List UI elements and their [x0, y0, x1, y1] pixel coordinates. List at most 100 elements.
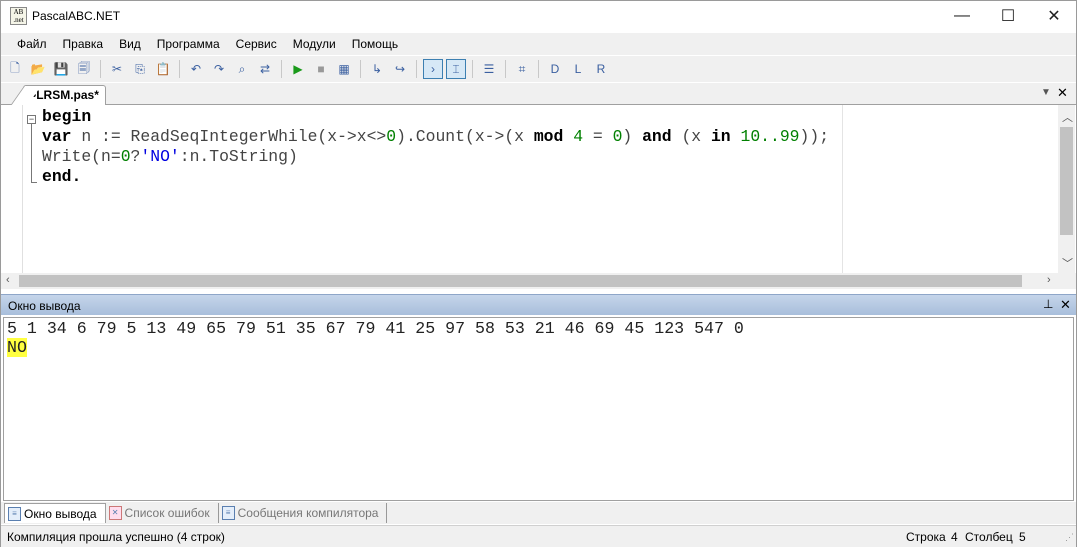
code-keyword: mod	[533, 127, 564, 146]
fold-end	[31, 182, 37, 183]
close-output-icon[interactable]: ✕	[1060, 297, 1071, 313]
document-tab-strip: •LRSM.pas* ▼ ✕	[1, 83, 1076, 105]
code-icon[interactable]: ⌗	[512, 59, 532, 79]
toolbar-separator	[505, 60, 506, 78]
new-file-icon[interactable]: 🗋	[5, 59, 25, 79]
menu-bar: Файл Правка Вид Программа Сервис Модули …	[1, 33, 1076, 55]
save-all-icon[interactable]: 🗐	[74, 59, 94, 79]
column-value: 5	[1019, 530, 1026, 544]
menu-program[interactable]: Программа	[149, 37, 228, 51]
code-number: 0	[612, 127, 623, 146]
replace-icon[interactable]: ⇄	[255, 59, 275, 79]
output-list-icon: ≡	[8, 506, 21, 521]
undo-icon[interactable]: ↶	[186, 59, 206, 79]
tab-error-list[interactable]: ✕ Список ошибок	[106, 503, 219, 523]
code-line: begin	[42, 107, 829, 127]
resize-grip-icon[interactable]: ⋰	[1065, 532, 1074, 543]
output-panel-header: Окно вывода ⊥ ✕	[1, 294, 1076, 315]
code-editor[interactable]: − begin var n := ReadSeqIntegerWhile(x->x…	[1, 105, 1076, 273]
column-label: Столбец	[965, 530, 1013, 544]
save-icon[interactable]: 💾	[51, 59, 71, 79]
tab-output-window[interactable]: ≡ Окно вывода	[4, 503, 106, 523]
tab-list-dropdown-icon[interactable]: ▼	[1041, 87, 1051, 98]
module-d-icon[interactable]: D	[545, 59, 565, 79]
document-icon[interactable]: ☰	[479, 59, 499, 79]
redo-icon[interactable]: ↷	[209, 59, 229, 79]
code-text[interactable]: begin var n := ReadSeqIntegerWhile(x->x<>…	[42, 107, 829, 187]
menu-help[interactable]: Помощь	[344, 37, 406, 51]
cut-icon[interactable]: ✂	[107, 59, 127, 79]
code-token: ));	[799, 127, 830, 146]
scroll-right-icon[interactable]: ›	[1047, 274, 1051, 286]
menu-edit[interactable]: Правка	[55, 37, 112, 51]
maximize-button[interactable]: ☐	[985, 1, 1031, 31]
status-message: Компиляция прошла успешно (4 строк)	[7, 530, 225, 544]
fold-collapse-icon[interactable]: −	[27, 115, 36, 124]
step-over-icon[interactable]: ↪	[390, 59, 410, 79]
code-number: 10..99	[740, 127, 800, 146]
paste-icon[interactable]: 📋	[153, 59, 173, 79]
stop-icon[interactable]: ■	[311, 59, 331, 79]
code-token: Write(n=	[42, 147, 121, 166]
menu-view[interactable]: Вид	[111, 37, 149, 51]
bottom-tab-bar: ≡ Окно вывода ✕ Список ошибок ≡ Сообщения к…	[1, 502, 1076, 524]
code-number: 0	[386, 127, 397, 146]
toolbar: 🗋 📂 💾 🗐 ✂ ⎘ 📋 ↶ ↷ ⌕ ⇄ ▶ ■ ▦ ↳ ↪ › ⌶ ☰ ⌗ D L R	[1, 56, 1076, 82]
toolbar-separator	[538, 60, 539, 78]
find-icon[interactable]: ⌕	[232, 59, 252, 79]
vertical-scroll-thumb[interactable]	[1060, 127, 1073, 235]
compile-icon[interactable]: ▦	[334, 59, 354, 79]
open-icon[interactable]: 📂	[28, 59, 48, 79]
window-title: PascalABC.NET	[32, 9, 121, 23]
toolbar-separator	[281, 60, 282, 78]
output-result: NO	[7, 338, 27, 357]
code-number: 4	[573, 127, 584, 146]
output-input-line: 5 1 34 6 79 5 13 49 65 79 51 35 67 79 41…	[7, 319, 744, 338]
editor-gutter	[1, 105, 23, 273]
run-icon[interactable]: ▶	[288, 59, 308, 79]
output-panel-title: Окно вывода	[8, 299, 81, 313]
close-button[interactable]: ✕	[1031, 1, 1077, 31]
step-into-icon[interactable]: ↳	[367, 59, 387, 79]
tab-lrsm-pas[interactable]: •LRSM.pas*	[23, 85, 106, 105]
scroll-down-icon[interactable]: ﹀	[1062, 255, 1073, 271]
code-token: (x	[671, 127, 711, 146]
code-keyword: and	[642, 127, 672, 146]
row-label: Строка	[906, 530, 946, 544]
scroll-left-icon[interactable]: ‹	[6, 274, 10, 286]
toolbar-separator	[100, 60, 101, 78]
output-window-icon[interactable]: ⌶	[446, 59, 466, 79]
menu-service[interactable]: Сервис	[228, 37, 285, 51]
code-keyword: in	[710, 127, 731, 146]
close-tab-icon[interactable]: ✕	[1057, 85, 1068, 101]
scroll-up-icon[interactable]: ︿	[1062, 109, 1073, 125]
tab-compiler-messages[interactable]: ≡ Сообщения компилятора	[219, 503, 388, 523]
fold-line	[31, 124, 32, 182]
module-l-icon[interactable]: L	[568, 59, 588, 79]
horizontal-scroll-thumb[interactable]	[19, 275, 1022, 287]
code-line: Write(n=0?'NO':n.ToString)	[42, 147, 829, 167]
app-logo-icon: AB .net	[10, 7, 27, 25]
code-number: 0	[120, 147, 131, 166]
toolbar-separator	[416, 60, 417, 78]
code-token: ?	[130, 147, 141, 166]
status-bar: Компиляция прошла успешно (4 строк) Стро…	[1, 525, 1076, 547]
output-window[interactable]: 5 1 34 6 79 5 13 49 65 79 51 35 67 79 41…	[3, 317, 1074, 501]
code-token: =	[583, 127, 613, 146]
menu-modules[interactable]: Модули	[285, 37, 344, 51]
toolbar-separator	[360, 60, 361, 78]
menu-file[interactable]: Файл	[9, 37, 55, 51]
pin-icon[interactable]: ⊥	[1043, 297, 1053, 311]
console-icon[interactable]: ›	[423, 59, 443, 79]
copy-icon[interactable]: ⎘	[130, 59, 150, 79]
module-r-icon[interactable]: R	[591, 59, 611, 79]
code-line: var n := ReadSeqIntegerWhile(x->x<>0).Co…	[42, 127, 829, 147]
toolbar-separator	[179, 60, 180, 78]
code-token: :n.ToString)	[179, 147, 298, 166]
row-value: 4	[951, 530, 958, 544]
minimize-button[interactable]: —	[939, 1, 985, 31]
compiler-messages-icon: ≡	[221, 506, 235, 520]
code-keyword: end.	[42, 167, 82, 186]
